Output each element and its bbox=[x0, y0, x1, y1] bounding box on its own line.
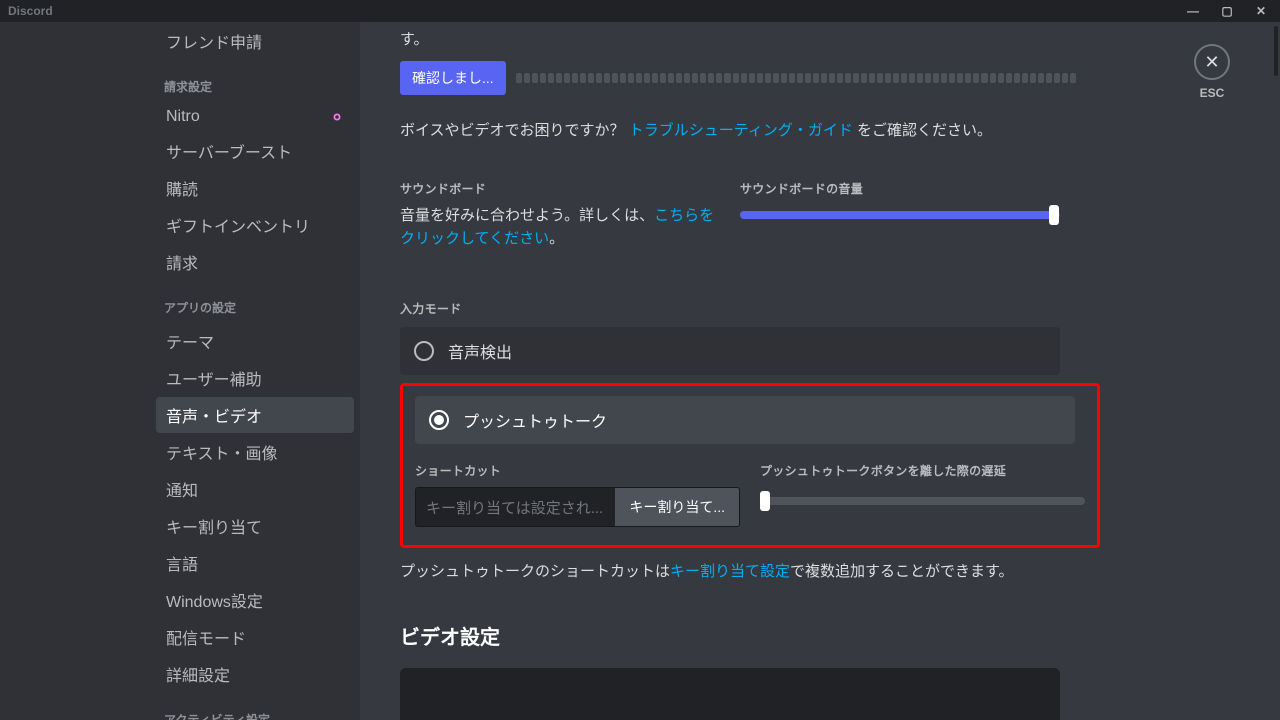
ptt-note-suffix: で複数追加することができます。 bbox=[790, 563, 1014, 580]
sidebar-item-label: フレンド申請 bbox=[166, 29, 262, 53]
app-wordmark: Discord bbox=[8, 4, 53, 18]
soundboard-desc-prefix: 音量を好みに合わせよう。詳しくは、 bbox=[400, 207, 654, 224]
sidebar-item-label: ユーザー補助 bbox=[166, 366, 262, 390]
sidebar-item-label: 購読 bbox=[166, 176, 198, 200]
sidebar-item-label: 詳細設定 bbox=[166, 662, 230, 686]
keybind-settings-link[interactable]: キー割り当て設定 bbox=[670, 563, 790, 580]
sidebar-item-キー割り当て[interactable]: キー割り当て bbox=[156, 508, 354, 544]
shortcut-record-button[interactable]: キー割り当て... bbox=[615, 488, 739, 526]
sidebar-item-テキスト・画像[interactable]: テキスト・画像 bbox=[156, 434, 354, 470]
soundboard-desc-suffix: 。 bbox=[549, 230, 564, 247]
sidebar-item-フレンド申請[interactable]: フレンド申請 bbox=[156, 23, 354, 59]
sidebar-item-Nitro[interactable]: Nitro bbox=[156, 102, 354, 132]
sidebar-item-購読[interactable]: 購読 bbox=[156, 170, 354, 206]
esc-label: ESC bbox=[1200, 86, 1225, 100]
sidebar-item-label: テーマ bbox=[166, 329, 214, 353]
sidebar-item-通知[interactable]: 通知 bbox=[156, 471, 354, 507]
mic-level-meter bbox=[516, 73, 1076, 83]
shortcut-title: ショートカット bbox=[415, 462, 740, 479]
sidebar-item-サーバーブースト[interactable]: サーバーブースト bbox=[156, 133, 354, 169]
mic-check-button[interactable]: 確認しまし... bbox=[400, 61, 506, 95]
sidebar-header: 請求設定 bbox=[156, 60, 354, 101]
sidebar-item-ギフトインベントリ[interactable]: ギフトインベントリ bbox=[156, 207, 354, 243]
scrollbar-indicator[interactable] bbox=[1274, 26, 1278, 76]
soundboard-desc: 音量を好みに合わせよう。詳しくは、こちらをクリックしてください。 bbox=[400, 205, 720, 250]
radio-icon bbox=[414, 341, 434, 361]
close-icon: ✕ bbox=[1194, 44, 1230, 80]
shortcut-input[interactable]: キー割り当ては設定され... bbox=[416, 488, 615, 526]
troubleshoot-link[interactable]: トラブルシューティング・ガイド bbox=[629, 122, 853, 139]
radio-voice-activity[interactable]: 音声検出 bbox=[400, 327, 1060, 375]
titlebar: Discord — ▢ ✕ bbox=[0, 0, 1280, 22]
video-preview-box bbox=[400, 668, 1060, 720]
close-settings-button[interactable]: ✕ ESC bbox=[1194, 44, 1230, 100]
sidebar-item-詳細設定[interactable]: 詳細設定 bbox=[156, 656, 354, 692]
window-controls: — ▢ ✕ bbox=[1182, 4, 1272, 18]
sidebar-item-label: テキスト・画像 bbox=[166, 440, 278, 464]
mic-trail-text: す。 bbox=[400, 28, 1240, 49]
shortcut-input-wrap: キー割り当ては設定され... キー割り当て... bbox=[415, 487, 740, 527]
sidebar-item-label: ギフトインベントリ bbox=[166, 213, 310, 237]
sidebar-header: アクティビティ設定 bbox=[156, 693, 354, 720]
soundboard-title: サウンドボード bbox=[400, 180, 720, 197]
sidebar-item-配信モード[interactable]: 配信モード bbox=[156, 619, 354, 655]
settings-content: ✕ ESC す。 確認しまし... ボイスやビデオでお困りですか？ トラブルシュ… bbox=[360, 22, 1280, 720]
sidebar-item-言語[interactable]: 言語 bbox=[156, 545, 354, 581]
sidebar-item-label: キー割り当て bbox=[166, 514, 262, 538]
ptt-highlight-box: プッシュトゥトーク ショートカット キー割り当ては設定され... キー割り当て.… bbox=[400, 383, 1100, 548]
sidebar-item-label: 配信モード bbox=[166, 625, 246, 649]
sidebar-item-label: 言語 bbox=[166, 551, 198, 575]
input-mode-title: 入力モード bbox=[400, 300, 1240, 317]
ptt-note: プッシュトゥトークのショートカットはキー割り当て設定で複数追加することができます… bbox=[400, 560, 1240, 581]
radio-label-ptt: プッシュトゥトーク bbox=[463, 408, 607, 432]
sidebar-item-音声・ビデオ[interactable]: 音声・ビデオ bbox=[156, 397, 354, 433]
ptt-note-prefix: プッシュトゥトークのショートカットは bbox=[400, 563, 670, 580]
slider-thumb[interactable] bbox=[760, 491, 770, 511]
radio-label-voice: 音声検出 bbox=[448, 339, 512, 363]
voice-help-suffix: をご確認ください。 bbox=[853, 122, 992, 139]
sidebar-item-label: Windows設定 bbox=[166, 588, 263, 612]
slider-thumb[interactable] bbox=[1049, 205, 1059, 225]
maximize-icon[interactable]: ▢ bbox=[1216, 4, 1238, 18]
ptt-delay-title: プッシュトゥトークボタンを離した際の遅延 bbox=[760, 462, 1085, 479]
sidebar-item-label: 請求 bbox=[166, 250, 198, 274]
minimize-icon[interactable]: — bbox=[1182, 4, 1204, 18]
sidebar-item-請求[interactable]: 請求 bbox=[156, 244, 354, 280]
sidebar-gutter bbox=[0, 22, 142, 720]
voice-help-text: ボイスやビデオでお困りですか？ トラブルシューティング・ガイド をご確認ください… bbox=[400, 119, 1240, 140]
video-settings-heading: ビデオ設定 bbox=[400, 621, 1240, 650]
radio-push-to-talk[interactable]: プッシュトゥトーク bbox=[415, 396, 1075, 444]
settings-sidebar: フレンド申請請求設定 Nitro サーバーブースト購読ギフトインベントリ請求アプリの… bbox=[142, 22, 360, 720]
sidebar-item-label: Nitro bbox=[166, 108, 200, 126]
radio-icon bbox=[429, 410, 449, 430]
sidebar-item-ユーザー補助[interactable]: ユーザー補助 bbox=[156, 360, 354, 396]
soundboard-volume-slider[interactable] bbox=[740, 211, 1060, 219]
nitro-badge-icon bbox=[330, 110, 344, 124]
sidebar-item-label: 通知 bbox=[166, 477, 198, 501]
sidebar-item-label: サーバーブースト bbox=[166, 139, 292, 163]
soundboard-volume-title: サウンドボードの音量 bbox=[740, 180, 1060, 197]
sidebar-item-label: 音声・ビデオ bbox=[166, 403, 262, 427]
voice-help-prefix: ボイスやビデオでお困りですか？ bbox=[400, 122, 629, 139]
sidebar-item-テーマ[interactable]: テーマ bbox=[156, 323, 354, 359]
sidebar-item-Windows設定[interactable]: Windows設定 bbox=[156, 582, 354, 618]
sidebar-header: アプリの設定 bbox=[156, 281, 354, 322]
close-icon[interactable]: ✕ bbox=[1250, 4, 1272, 18]
ptt-delay-slider[interactable] bbox=[760, 497, 1085, 505]
